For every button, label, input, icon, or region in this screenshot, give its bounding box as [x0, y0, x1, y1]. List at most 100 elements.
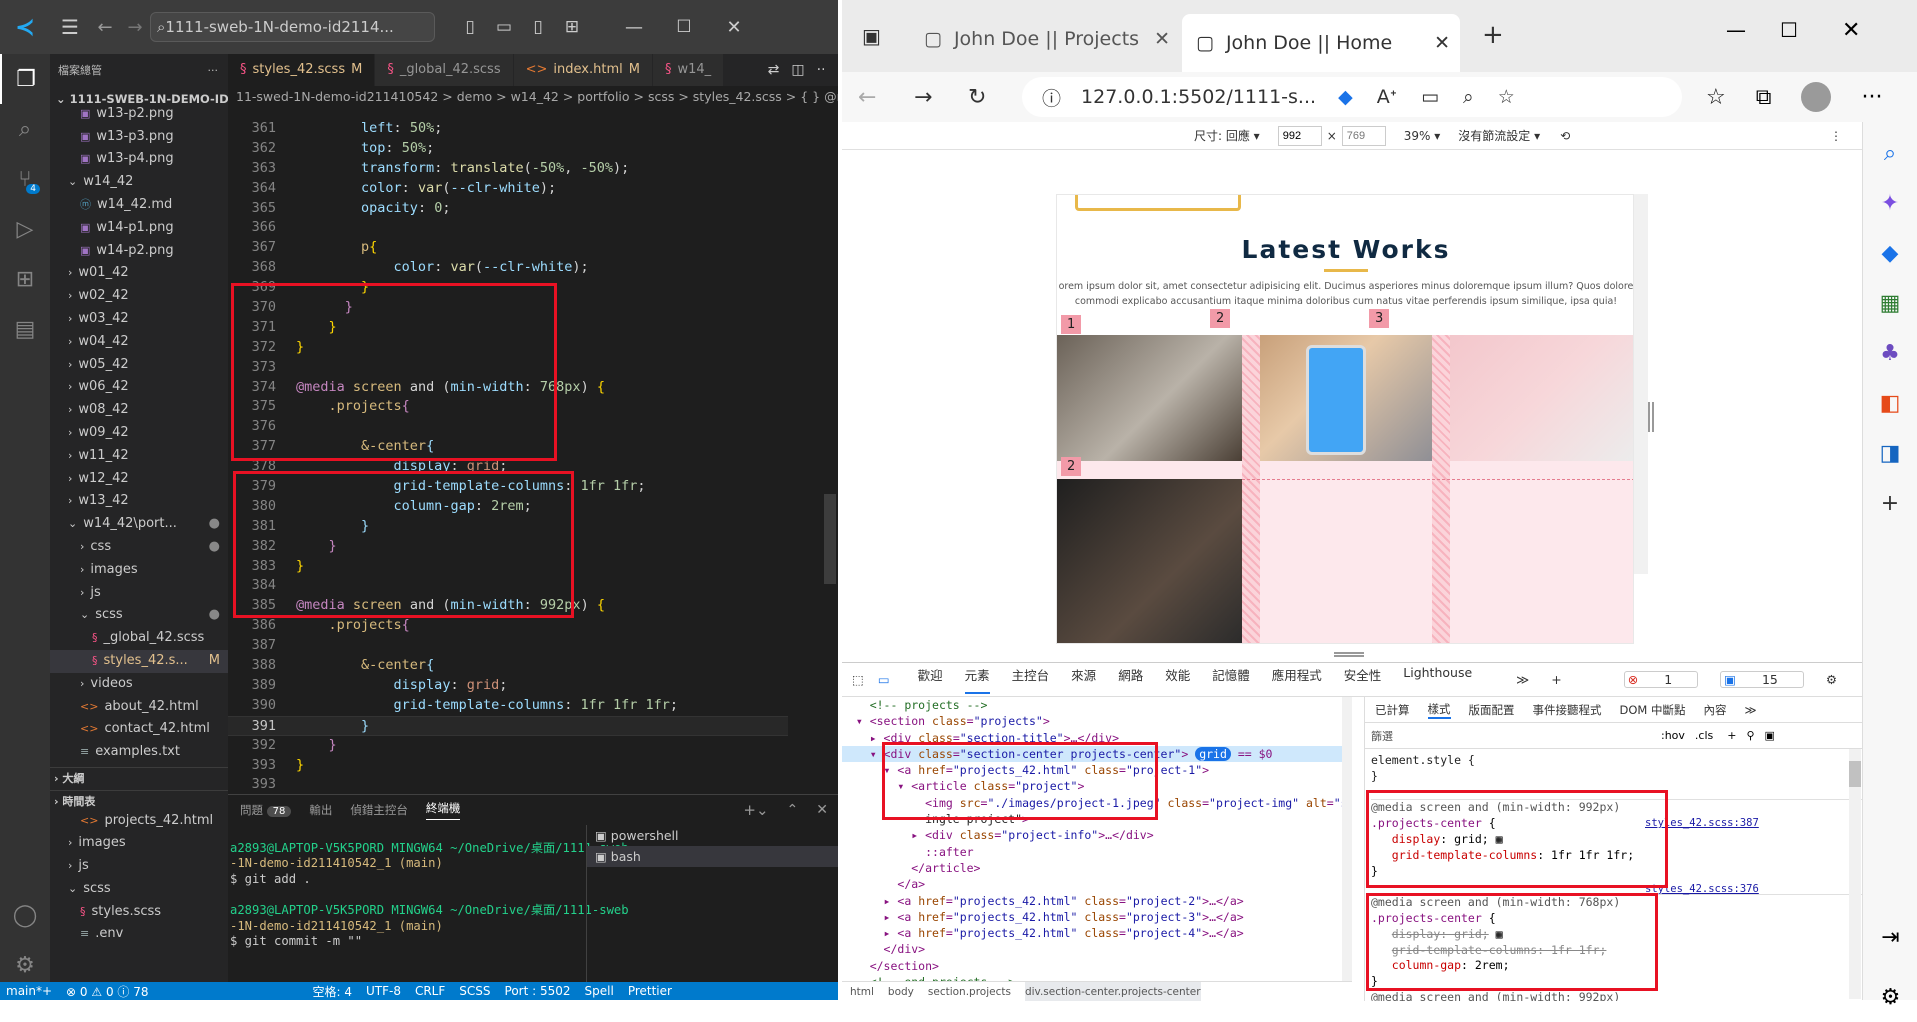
more-tabs-icon[interactable]: ≫: [1516, 672, 1529, 687]
account-icon[interactable]: ◯: [0, 890, 50, 940]
dom-node[interactable]: ▾ <section class="projects">: [842, 713, 1352, 729]
code-line[interactable]: 366: [228, 218, 788, 238]
tree-item[interactable]: › w11_42: [50, 445, 228, 468]
timeline-section[interactable]: › 時間表: [50, 790, 228, 813]
tree-item[interactable]: ▣ w13-p4.png: [50, 148, 228, 171]
devtools-tab[interactable]: 記憶體: [1212, 665, 1250, 694]
settings-icon[interactable]: ⚙: [1826, 672, 1837, 687]
tree-item[interactable]: › w06_42: [50, 376, 228, 399]
tab-debug-console[interactable]: 偵錯主控台: [350, 802, 408, 818]
warning-count[interactable]: ▣ 15: [1720, 671, 1804, 688]
dimensions-select[interactable]: 尺寸: 回應 ▾: [1194, 127, 1260, 144]
menu-icon[interactable]: ☰: [50, 15, 90, 39]
tree-item[interactable]: › w02_42: [50, 285, 228, 308]
devtools-tab[interactable]: 元素: [964, 665, 990, 694]
code-line[interactable]: 393}: [228, 756, 788, 776]
editor-tab[interactable]: § styles_42.scss M: [228, 54, 376, 86]
code-line[interactable]: 367 p{: [228, 238, 788, 258]
tree-item[interactable]: › w08_42: [50, 399, 228, 422]
code-line[interactable]: 387: [228, 636, 788, 656]
code-line[interactable]: 364 color: var(--clr-white);: [228, 179, 788, 199]
tree-item[interactable]: ⌄ scss ●: [50, 604, 228, 627]
project-image-desk[interactable]: [1450, 335, 1633, 461]
style-line[interactable]: @media screen and (min-width: 992px): [1371, 990, 1862, 1001]
dom-node[interactable]: ▸ <div class="project-info">…</div>: [842, 827, 1352, 843]
dom-node[interactable]: ▸ <a href="projects_42.html" class="proj…: [842, 909, 1352, 925]
tree-item[interactable]: ⌄ w14_42: [50, 171, 228, 194]
style-line[interactable]: }: [1371, 769, 1862, 785]
editor-tab[interactable]: § w14_: [652, 54, 725, 86]
project-image-video[interactable]: [1057, 479, 1242, 643]
editor-scrollbar[interactable]: [824, 494, 836, 584]
tab-output[interactable]: 輸出: [309, 802, 332, 818]
hov-button[interactable]: :hov: [1661, 729, 1685, 742]
tree-item[interactable]: › w04_42: [50, 331, 228, 354]
tree-item[interactable]: › images: [50, 832, 228, 855]
subtab-event-listeners[interactable]: 事件接聽程式: [1533, 702, 1602, 718]
add-sidebar-icon[interactable]: +: [1863, 478, 1917, 528]
shopping-icon[interactable]: ◆: [1863, 228, 1917, 278]
device-mode-icon[interactable]: ▭: [878, 672, 890, 687]
close-panel-icon[interactable]: ✕: [816, 802, 828, 818]
code-line[interactable]: 361 left: 50%;: [228, 119, 788, 139]
tree-item[interactable]: › w03_42: [50, 308, 228, 331]
status-item[interactable]: ⊗ 0 ⚠ 0 ⓘ 78: [66, 983, 148, 1000]
code-line[interactable]: 363 transform: translate(-50%, -50%);: [228, 159, 788, 179]
extensions-icon[interactable]: ⊞: [0, 254, 50, 304]
tree-item[interactable]: › w13_42: [50, 490, 228, 513]
toggle-secondary-sidebar-icon[interactable]: ▯: [521, 17, 555, 37]
maximize-icon[interactable]: ☐: [659, 17, 709, 37]
extension-icon[interactable]: ◆: [1338, 86, 1353, 108]
tab-problems[interactable]: 問題 78: [240, 802, 292, 818]
style-line[interactable]: element.style {: [1371, 753, 1862, 769]
dom-node[interactable]: ::after: [842, 844, 1352, 860]
devtools-tab[interactable]: 網路: [1118, 665, 1143, 694]
immersive-reader-icon[interactable]: ▭: [1421, 86, 1439, 108]
crumb-html[interactable]: html: [850, 982, 874, 1001]
tree-item[interactable]: › js: [50, 582, 228, 605]
code-line[interactable]: 389 display: grid;: [228, 676, 788, 696]
tree-item[interactable]: <> contact_42.html: [50, 718, 228, 741]
status-item[interactable]: main*+: [6, 984, 52, 998]
profile-avatar[interactable]: [1801, 82, 1832, 112]
tree-item[interactable]: <> projects_42.html: [50, 810, 228, 833]
error-count[interactable]: ⊗ 1: [1623, 671, 1699, 688]
tree-item[interactable]: § styles.scss: [50, 901, 228, 924]
maximize-panel-icon[interactable]: ⌃: [787, 802, 799, 818]
split-editor-icon[interactable]: ◫: [791, 54, 804, 86]
tree-item[interactable]: ▣ w13-p3.png: [50, 126, 228, 149]
paint-icon[interactable]: ⚲: [1746, 729, 1754, 742]
tree-item[interactable]: ≡ .env: [50, 923, 228, 946]
tree-item[interactable]: <> about_42.html: [50, 696, 228, 719]
add-favorite-icon[interactable]: ☆: [1498, 86, 1515, 108]
address-bar[interactable]: ⓘ 127.0.0.1:5502/1111-s... ◆ Aᐩ ▭ ⌕ ☆: [1022, 77, 1682, 117]
devtools-tab[interactable]: 歡迎: [918, 665, 943, 694]
tab-projects[interactable]: ▢ John Doe || Projects ✕: [910, 14, 1180, 64]
subtab-computed[interactable]: 已計算: [1375, 702, 1410, 718]
code-line[interactable]: 390 grid-template-columns: 1fr 1fr 1fr;: [228, 696, 788, 716]
devtools-tab[interactable]: 主控台: [1012, 665, 1050, 694]
code-line[interactable]: 386 .projects{: [228, 616, 788, 636]
run-debug-icon[interactable]: ▷: [0, 204, 50, 254]
styles-scrollbar[interactable]: [1849, 749, 1861, 999]
code-line[interactable]: 392 }: [228, 736, 788, 756]
maximize-icon[interactable]: ☐: [1780, 18, 1798, 42]
dom-node[interactable]: </article>: [842, 860, 1352, 876]
customize-layout-icon[interactable]: ⊞: [555, 17, 589, 37]
copilot-icon[interactable]: ✦: [1863, 178, 1917, 228]
code-line[interactable]: 391 }: [228, 715, 788, 736]
status-item[interactable]: Spell: [585, 984, 614, 998]
toggle-sidebar-icon[interactable]: ▯: [453, 17, 487, 37]
tree-item[interactable]: › images: [50, 559, 228, 582]
read-aloud-icon[interactable]: Aᐩ: [1377, 86, 1397, 108]
remote-explorer-icon[interactable]: ▤: [0, 304, 50, 354]
tree-item[interactable]: ⓜ w14_42.md: [50, 194, 228, 217]
subtab-properties[interactable]: 內容: [1703, 702, 1726, 718]
tools-icon[interactable]: ▦: [1863, 278, 1917, 328]
hide-sidebar-icon[interactable]: ⇥: [1863, 912, 1917, 962]
subtab-styles[interactable]: 樣式: [1427, 701, 1451, 719]
subtab-dom-breakpoints[interactable]: DOM 中斷點: [1620, 702, 1686, 718]
editor-tab[interactable]: § _global_42.scss: [375, 54, 514, 86]
resize-handle-right[interactable]: [1648, 402, 1654, 432]
favorites-icon[interactable]: ☆: [1706, 85, 1726, 110]
